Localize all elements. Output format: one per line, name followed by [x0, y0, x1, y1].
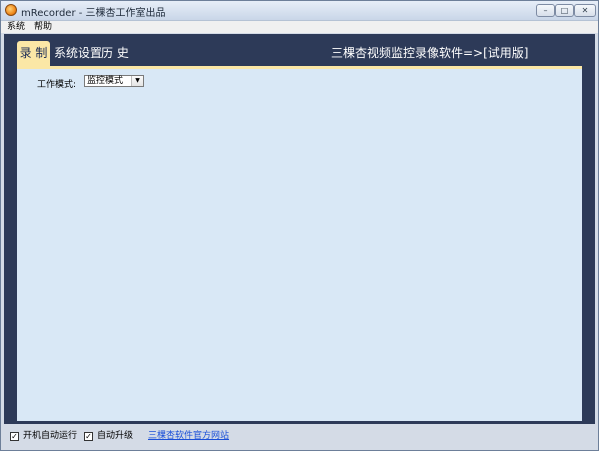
- close-button[interactable]: ✕: [574, 4, 596, 17]
- autoupdate-label[interactable]: 自动升级: [97, 431, 133, 442]
- main-client-area: 录 制 系统设置 历 史 三棵杏视频监控录像软件=>[试用版] 工作模式: 监控…: [4, 34, 595, 424]
- menu-system[interactable]: 系统: [7, 21, 25, 33]
- product-title: 三棵杏视频监控录像软件=>[试用版]: [331, 46, 529, 60]
- autoupdate-checkbox[interactable]: ✓: [84, 432, 93, 441]
- minimize-button[interactable]: –: [536, 4, 555, 17]
- footer-bar: ✓ 开机自动运行 ✓ 自动升级 三棵杏软件官方网站: [1, 424, 598, 450]
- tab-history[interactable]: 历 史: [101, 41, 129, 66]
- tab-system-settings[interactable]: 系统设置: [54, 41, 102, 66]
- work-mode-value: 监控模式: [87, 76, 124, 86]
- title-bar[interactable]: mRecorder - 三棵杏工作室出品 – □ ✕: [1, 1, 598, 21]
- app-window: mRecorder - 三棵杏工作室出品 – □ ✕ 系统 帮助 录 制 系统设…: [0, 0, 599, 451]
- maximize-button[interactable]: □: [555, 4, 574, 17]
- tab-record[interactable]: 录 制: [17, 41, 50, 66]
- official-website-link[interactable]: 三棵杏软件官方网站: [148, 431, 229, 442]
- menu-help[interactable]: 帮助: [34, 21, 52, 33]
- work-mode-select[interactable]: 监控模式 ▼: [84, 75, 144, 87]
- app-logo-icon: [5, 4, 17, 16]
- window-title: mRecorder - 三棵杏工作室出品: [21, 8, 166, 19]
- autostart-label[interactable]: 开机自动运行: [23, 431, 77, 442]
- record-panel: 工作模式: 监控模式 ▼: [17, 69, 582, 421]
- chevron-down-icon[interactable]: ▼: [131, 76, 143, 86]
- autostart-checkbox[interactable]: ✓: [10, 432, 19, 441]
- work-mode-label: 工作模式:: [37, 80, 77, 90]
- menu-bar: 系统 帮助: [1, 21, 598, 33]
